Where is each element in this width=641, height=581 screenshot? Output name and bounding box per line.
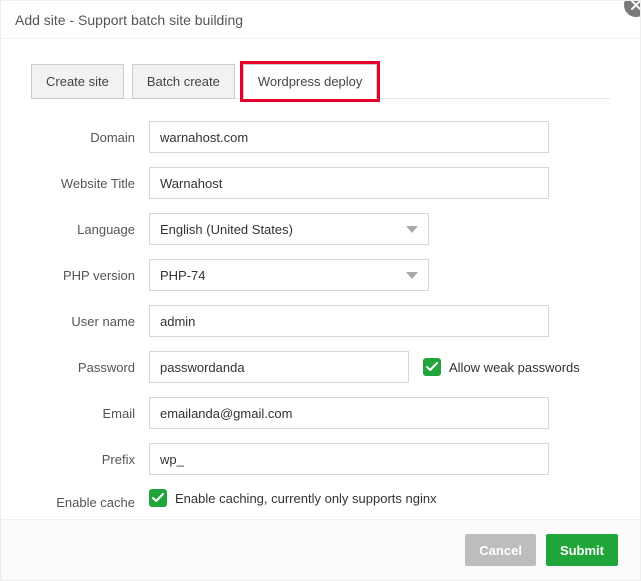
language-value: English (United States) bbox=[160, 222, 293, 237]
row-domain: Domain bbox=[31, 121, 610, 153]
row-enable-cache: Enable cache Enable caching, currently o… bbox=[31, 489, 610, 510]
email-input[interactable] bbox=[149, 397, 549, 429]
row-website-title: Website Title bbox=[31, 167, 610, 199]
prefix-input[interactable] bbox=[149, 443, 549, 475]
label-enable-cache: Enable cache bbox=[31, 489, 149, 510]
allow-weak-label: Allow weak passwords bbox=[449, 360, 580, 375]
checkbox-checked-icon bbox=[149, 489, 167, 507]
label-user-name: User name bbox=[31, 314, 149, 329]
chevron-down-icon bbox=[406, 272, 418, 279]
label-prefix: Prefix bbox=[31, 452, 149, 467]
label-email: Email bbox=[31, 406, 149, 421]
checkbox-checked-icon bbox=[423, 358, 441, 376]
domain-input[interactable] bbox=[149, 121, 549, 153]
label-password: Password bbox=[31, 360, 149, 375]
tabs: Create site Batch create Wordpress deplo… bbox=[31, 63, 610, 99]
row-email: Email bbox=[31, 397, 610, 429]
website-title-input[interactable] bbox=[149, 167, 549, 199]
language-select[interactable]: English (United States) bbox=[149, 213, 429, 245]
allow-weak-check[interactable]: Allow weak passwords bbox=[423, 358, 580, 376]
user-name-input[interactable] bbox=[149, 305, 549, 337]
label-language: Language bbox=[31, 222, 149, 237]
row-password: Password Allow weak passwords bbox=[31, 351, 610, 383]
label-domain: Domain bbox=[31, 130, 149, 145]
php-version-select[interactable]: PHP-74 bbox=[149, 259, 429, 291]
row-user-name: User name bbox=[31, 305, 610, 337]
enable-cache-check[interactable]: Enable caching, currently only supports … bbox=[149, 489, 437, 507]
tab-batch-create[interactable]: Batch create bbox=[132, 64, 235, 99]
label-website-title: Website Title bbox=[31, 176, 149, 191]
enable-cache-label: Enable caching, currently only supports … bbox=[175, 491, 437, 506]
dialog-footer: Cancel Submit bbox=[1, 519, 640, 580]
dialog-title: Add site - Support batch site building bbox=[1, 1, 640, 39]
row-language: Language English (United States) bbox=[31, 213, 610, 245]
php-version-value: PHP-74 bbox=[160, 268, 206, 283]
label-php-version: PHP version bbox=[31, 268, 149, 283]
tab-wordpress-deploy[interactable]: Wordpress deploy bbox=[243, 64, 378, 99]
row-prefix: Prefix bbox=[31, 443, 610, 475]
submit-button[interactable]: Submit bbox=[546, 534, 618, 566]
dialog-body: Create site Batch create Wordpress deplo… bbox=[1, 39, 640, 510]
tab-create-site[interactable]: Create site bbox=[31, 64, 124, 99]
chevron-down-icon bbox=[406, 226, 418, 233]
cancel-button[interactable]: Cancel bbox=[465, 534, 536, 566]
add-site-dialog: Add site - Support batch site building C… bbox=[0, 0, 641, 581]
row-php-version: PHP version PHP-74 bbox=[31, 259, 610, 291]
password-input[interactable] bbox=[149, 351, 409, 383]
